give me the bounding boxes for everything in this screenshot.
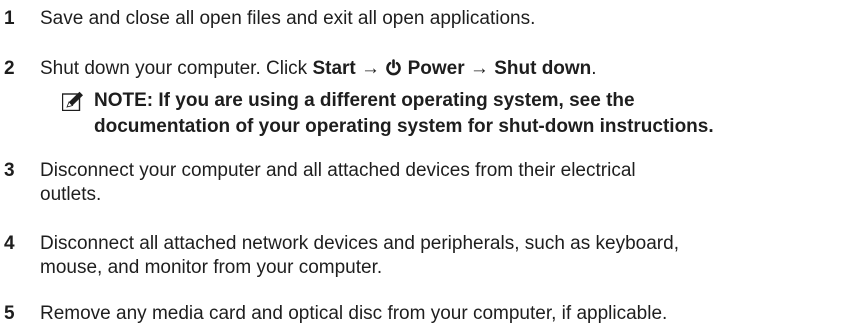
instructions-document: 1 Save and close all open files and exit… <box>0 0 855 329</box>
step-text: Disconnect all attached network devices … <box>40 232 850 280</box>
step-number: 3 <box>4 160 15 181</box>
step-text-pre: Shut down your computer. Click <box>40 58 313 79</box>
step-text: Disconnect your computer and all attache… <box>40 159 850 207</box>
power-icon <box>385 59 402 76</box>
step-number: 2 <box>4 58 15 79</box>
step-text: Shut down your computer. Click Start → P… <box>40 57 850 81</box>
step-text: Save and close all open files and exit a… <box>40 8 536 29</box>
step-line: mouse, and monitor from your computer. <box>40 257 383 278</box>
note-text: NOTE: If you are using a different opera… <box>94 88 714 140</box>
pencil-note-icon <box>61 91 84 112</box>
note-line: documentation of your operating system f… <box>94 116 714 137</box>
arrow-separator: → <box>464 58 495 79</box>
step-number: 5 <box>4 303 15 324</box>
shut-down-label: Shut down <box>494 58 592 79</box>
step-number: 1 <box>4 8 15 29</box>
step-line: outlets. <box>40 184 102 205</box>
step-text: Remove any media card and optical disc f… <box>40 303 668 324</box>
arrow-separator: → <box>355 58 386 79</box>
step-line: Disconnect your computer and all attache… <box>40 160 636 181</box>
step-text-end: . <box>591 58 597 79</box>
power-label: Power <box>402 58 465 79</box>
note-line: NOTE: If you are using a different opera… <box>94 90 635 111</box>
start-label: Start <box>312 58 356 79</box>
step-number: 4 <box>4 233 15 254</box>
step-line: Disconnect all attached network devices … <box>40 233 679 254</box>
